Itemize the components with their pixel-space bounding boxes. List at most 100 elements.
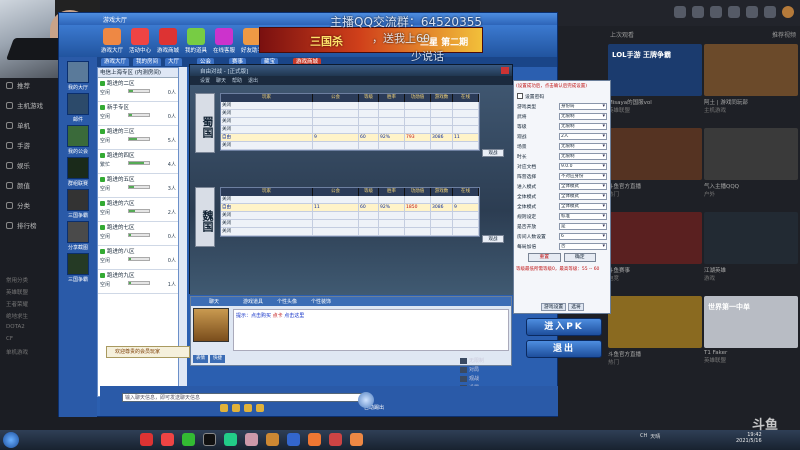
start-button-icon[interactable] [3,432,19,448]
menu-icon[interactable] [764,6,776,18]
sidebar-item[interactable]: 推荐 [6,80,30,90]
seat-row-closed[interactable]: 关闭 [221,126,479,134]
setting-row[interactable]: 等级 无限制 [514,121,610,131]
sidebar-item[interactable]: 颜值 [6,180,30,190]
setting-dropdown[interactable]: 6 [559,232,607,240]
clock-icon[interactable] [692,6,704,18]
setting-dropdown[interactable]: 是 [559,222,607,230]
enter-pk-button[interactable]: 进入PK [526,318,602,336]
stream-channel-name[interactable]: 阿土 | 游戏同玩部 [704,98,798,106]
taskbar-app-icon[interactable] [287,433,300,446]
emoji-icon[interactable] [220,404,228,412]
setting-row[interactable]: 房间人数设置 6 [514,231,610,241]
shirt-icon[interactable] [728,6,740,18]
setting-dropdown[interactable]: 无限制 [559,142,607,150]
nav-button[interactable]: 游戏商城 [155,28,181,54]
lobby-side-item[interactable]: 群组联赛 [63,157,93,187]
sidebar-category[interactable]: DOTA2 [6,324,25,330]
sidebar-item[interactable]: 排行榜 [6,220,37,230]
setting-row[interactable]: 设置密码 [514,91,610,101]
room-row[interactable]: 跑进的二区 空闲 0人 [98,78,178,102]
sidebar-item[interactable]: 娱乐 [6,160,30,170]
seat-row-closed[interactable]: 关闭 [221,110,479,118]
setting-row[interactable]: 对应文档 9.0.0 [514,161,610,171]
chat-tab[interactable]: 个性装饰 [311,298,331,305]
lobby-side-item[interactable]: 我的大厅 [63,61,93,91]
font-icon[interactable] [244,404,252,412]
image-icon[interactable] [256,404,264,412]
taskbar-app-icon[interactable] [203,433,216,446]
chat-message-suffix[interactable]: 点击这里 [284,313,304,319]
taskbar-app-icon[interactable] [329,433,342,446]
settings-tab[interactable]: 游戏设置 [541,303,567,311]
record-icon[interactable] [674,6,686,18]
chat-action-button[interactable]: 表情 [193,355,208,363]
user-avatar[interactable] [782,6,794,18]
taskbar-app-icon[interactable] [224,433,237,446]
taskbar-app-icon[interactable] [161,433,174,446]
sidebar-category[interactable]: CF [6,336,13,342]
stream-card[interactable]: 斗鱼官方直播 热门 [608,128,702,198]
stream-channel-name[interactable]: Misaya的国服vol [608,98,702,106]
taskbar-app-icon[interactable] [266,433,279,446]
stream-channel-name[interactable]: 气入主播QQQ [704,182,798,190]
close-icon[interactable] [501,67,509,74]
room-row[interactable]: 新手专区 空闲 0人 [98,102,178,126]
taskbar-app-icon[interactable] [308,433,321,446]
room-menu-item[interactable]: 帮助 [232,77,242,84]
section-label-right[interactable]: 推荐视频 [772,30,796,42]
room-row[interactable]: 跑进的三区 空闲 5人 [98,126,178,150]
setting-row[interactable]: 规则设定 标准 [514,211,610,221]
setting-row[interactable]: 武将 无限制 [514,111,610,121]
sidebar-category[interactable]: 王者荣耀 [6,300,28,308]
background-option[interactable]: 观战 [460,374,540,383]
setting-row[interactable]: 时长 无限制 [514,151,610,161]
setting-checkbox[interactable] [517,93,523,99]
stream-card[interactable]: 气入主播QQQ 户外 [704,128,798,198]
stream-card[interactable]: 世界第一中单 T1 Faker 英雄联盟 [704,296,798,364]
stream-thumbnail[interactable] [704,212,798,264]
setting-dropdown[interactable]: 全体模式 [559,192,607,200]
lobby-tab[interactable]: 游戏大厅 [101,58,130,66]
taskbar-app-icon[interactable] [140,433,153,446]
setting-dropdown[interactable]: 标准 [559,212,607,220]
nav-button[interactable]: 活动中心 [127,28,153,54]
background-option[interactable]: 对局 [460,365,540,374]
setting-row[interactable]: 观战 2人 [514,131,610,141]
lobby-side-item[interactable]: 三国争霸 [63,189,93,219]
stream-channel-name[interactable]: 斗鱼赛事 [608,266,702,274]
lobby-tab[interactable]: 我的房间 [133,58,162,66]
setting-row[interactable]: 阵营选择 不对应身份 [514,171,610,181]
sidebar-item[interactable]: 手游 [6,140,30,150]
room-row[interactable]: 跑进的四区 繁忙 4人 [98,150,178,174]
stream-channel-name[interactable]: 斗鱼官方直播 [608,350,702,358]
stream-thumbnail[interactable]: 世界第一中单 [704,296,798,348]
stream-thumbnail[interactable] [704,44,798,96]
room-row[interactable]: 跑进的九区 空闲 1人 [98,270,178,294]
setting-dropdown[interactable]: 不对应身份 [559,172,607,180]
sidebar-item[interactable]: 单机 [6,120,30,130]
setting-dropdown[interactable]: 无限制 [559,122,607,130]
stream-thumbnail[interactable]: LOL手游 王牌争霸 [608,44,702,96]
sidebar-category[interactable]: 单机游戏 [6,348,28,356]
seat-row-closed[interactable]: 关闭 [221,142,479,150]
seat-row-player[interactable]: 自由 9 60 92% 793 3086 11 [221,134,479,142]
chat-tab[interactable]: 个性头像 [277,298,297,305]
section-label-left[interactable]: 上次观看 [610,30,634,42]
setting-row[interactable]: 进入模式 全体模式 [514,181,610,191]
setting-row[interactable]: 全体模式 全体模式 [514,191,610,201]
setting-dropdown[interactable]: 否 [559,242,607,250]
sidebar-category[interactable]: 绝地求生 [6,312,28,320]
spectate-button[interactable]: 观战 [482,149,504,157]
download-icon[interactable] [710,6,722,18]
room-menu-item[interactable]: 退出 [248,77,258,84]
stream-card[interactable]: 江湖英雄 游戏 [704,212,798,282]
seat-row-closed[interactable]: 关闭 [221,196,479,204]
stream-thumbnail[interactable] [608,296,702,348]
stream-channel-name[interactable]: 斗鱼官方直播 [608,182,702,190]
setting-dropdown[interactable]: 2人 [559,132,607,140]
setting-row[interactable]: 每局加倍 否 [514,241,610,251]
setting-dropdown[interactable]: 无限制 [559,152,607,160]
setting-row[interactable]: 全体模式 全体模式 [514,201,610,211]
chat-tab[interactable]: 聊天 [209,298,219,305]
